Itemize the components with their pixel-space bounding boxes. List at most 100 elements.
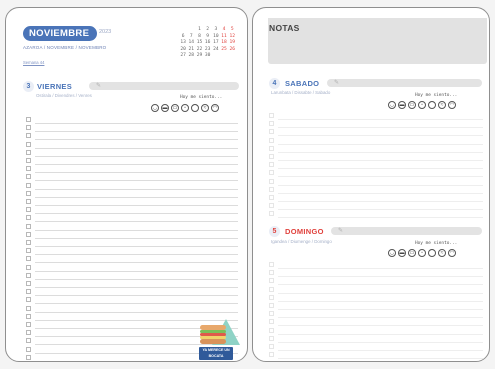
task-row[interactable] bbox=[26, 223, 238, 231]
task-checkbox[interactable] bbox=[269, 113, 274, 118]
task-checkbox[interactable] bbox=[26, 158, 31, 163]
task-checkbox[interactable] bbox=[269, 211, 274, 217]
task-row[interactable] bbox=[26, 280, 238, 288]
sick-face-icon[interactable]: ▭ bbox=[171, 104, 179, 112]
task-row[interactable] bbox=[26, 149, 238, 157]
task-row[interactable] bbox=[26, 214, 238, 223]
task-row[interactable] bbox=[26, 305, 238, 313]
task-row[interactable] bbox=[26, 206, 238, 215]
sick-face-icon[interactable]: ▭ bbox=[408, 249, 416, 257]
notes-box[interactable] bbox=[268, 18, 487, 64]
task-checkbox[interactable] bbox=[269, 203, 274, 209]
task-row[interactable] bbox=[269, 169, 483, 178]
sad-face-icon[interactable]: ⌒ bbox=[191, 104, 199, 112]
task-row[interactable] bbox=[26, 124, 238, 133]
neutral-face-icon[interactable]: ⁃ bbox=[418, 249, 426, 257]
task-line[interactable] bbox=[278, 217, 483, 219]
task-row[interactable] bbox=[269, 120, 483, 129]
task-checkbox[interactable] bbox=[269, 352, 274, 358]
task-row[interactable] bbox=[269, 145, 483, 153]
task-row[interactable] bbox=[269, 202, 483, 211]
task-checkbox[interactable] bbox=[26, 199, 31, 204]
task-row[interactable] bbox=[26, 132, 238, 141]
task-checkbox[interactable] bbox=[269, 178, 274, 184]
task-row[interactable] bbox=[269, 351, 483, 360]
task-line[interactable] bbox=[278, 358, 483, 360]
task-row[interactable] bbox=[269, 128, 483, 137]
task-checkbox[interactable] bbox=[269, 294, 274, 300]
task-row[interactable] bbox=[26, 141, 238, 149]
task-checkbox[interactable] bbox=[26, 141, 31, 147]
task-row[interactable] bbox=[269, 261, 483, 269]
task-checkbox[interactable] bbox=[269, 137, 274, 143]
task-row[interactable] bbox=[269, 269, 483, 278]
task-checkbox[interactable] bbox=[269, 145, 274, 151]
task-checkbox[interactable] bbox=[269, 270, 274, 276]
task-checkbox[interactable] bbox=[26, 182, 31, 188]
task-checkbox[interactable] bbox=[26, 289, 31, 295]
mood-selector[interactable]: ◡ ▬ ▭ ⁃ ⌒ ≈ ◠ bbox=[388, 249, 456, 257]
angry-face-icon[interactable]: ≈ bbox=[438, 249, 446, 257]
mood-selector[interactable]: ◡ ▬ ▭ ⁃ ⌒ ≈ ◠ bbox=[388, 101, 456, 109]
task-checkbox[interactable] bbox=[26, 215, 31, 221]
task-checkbox[interactable] bbox=[269, 335, 274, 341]
task-checkbox[interactable] bbox=[26, 322, 31, 327]
task-row[interactable] bbox=[269, 286, 483, 294]
task-row[interactable] bbox=[269, 186, 483, 194]
task-checkbox[interactable] bbox=[269, 286, 274, 292]
angry-face-icon[interactable]: ≈ bbox=[438, 101, 446, 109]
sad-face-icon[interactable]: ⌒ bbox=[428, 249, 436, 257]
task-row[interactable] bbox=[269, 343, 483, 351]
neutral-face-icon[interactable]: ⁃ bbox=[418, 101, 426, 109]
cool-face-icon[interactable]: ▬ bbox=[398, 101, 406, 109]
task-checkbox[interactable] bbox=[269, 186, 274, 192]
task-row[interactable] bbox=[269, 310, 483, 319]
task-row[interactable] bbox=[26, 190, 238, 198]
task-row[interactable] bbox=[26, 173, 238, 182]
task-row[interactable] bbox=[269, 161, 483, 170]
task-checkbox[interactable] bbox=[26, 166, 31, 172]
task-checkbox[interactable] bbox=[269, 170, 274, 176]
task-checkbox[interactable] bbox=[269, 311, 274, 317]
task-checkbox[interactable] bbox=[26, 240, 31, 245]
task-checkbox[interactable] bbox=[269, 327, 274, 333]
task-checkbox[interactable] bbox=[269, 262, 274, 267]
task-row[interactable] bbox=[26, 239, 238, 247]
task-row[interactable] bbox=[269, 335, 483, 343]
task-checkbox[interactable] bbox=[26, 305, 31, 311]
task-row[interactable] bbox=[26, 165, 238, 174]
task-checkbox[interactable] bbox=[26, 281, 31, 286]
task-checkbox[interactable] bbox=[26, 297, 31, 303]
task-checkbox[interactable] bbox=[269, 278, 274, 284]
task-row[interactable] bbox=[26, 264, 238, 272]
task-checkbox[interactable] bbox=[26, 207, 31, 213]
task-row[interactable] bbox=[269, 137, 483, 145]
task-checkbox[interactable] bbox=[26, 231, 31, 237]
task-checkbox[interactable] bbox=[26, 133, 31, 139]
task-checkbox[interactable] bbox=[26, 264, 31, 270]
happy-face-icon[interactable]: ◠ bbox=[448, 101, 456, 109]
task-checkbox[interactable] bbox=[26, 354, 31, 360]
task-row[interactable] bbox=[26, 116, 238, 124]
task-row[interactable] bbox=[26, 182, 238, 190]
sad-face-icon[interactable]: ⌒ bbox=[428, 101, 436, 109]
task-checkbox[interactable] bbox=[26, 125, 31, 131]
relaxed-face-icon[interactable]: ◡ bbox=[388, 101, 396, 109]
task-row[interactable] bbox=[269, 302, 483, 310]
task-checkbox[interactable] bbox=[26, 248, 31, 254]
task-row[interactable] bbox=[269, 318, 483, 327]
task-row[interactable] bbox=[26, 255, 238, 264]
task-checkbox[interactable] bbox=[26, 190, 31, 196]
task-row[interactable] bbox=[26, 198, 238, 206]
task-checkbox[interactable] bbox=[26, 346, 31, 352]
task-checkbox[interactable] bbox=[26, 149, 31, 155]
task-row[interactable] bbox=[269, 112, 483, 120]
task-checkbox[interactable] bbox=[26, 330, 31, 336]
task-row[interactable] bbox=[26, 272, 238, 280]
task-checkbox[interactable] bbox=[269, 344, 274, 349]
neutral-face-icon[interactable]: ⁃ bbox=[181, 104, 189, 112]
relaxed-face-icon[interactable]: ◡ bbox=[151, 104, 159, 112]
sick-face-icon[interactable]: ▭ bbox=[408, 101, 416, 109]
task-row[interactable] bbox=[26, 157, 238, 165]
task-row[interactable] bbox=[269, 153, 483, 161]
